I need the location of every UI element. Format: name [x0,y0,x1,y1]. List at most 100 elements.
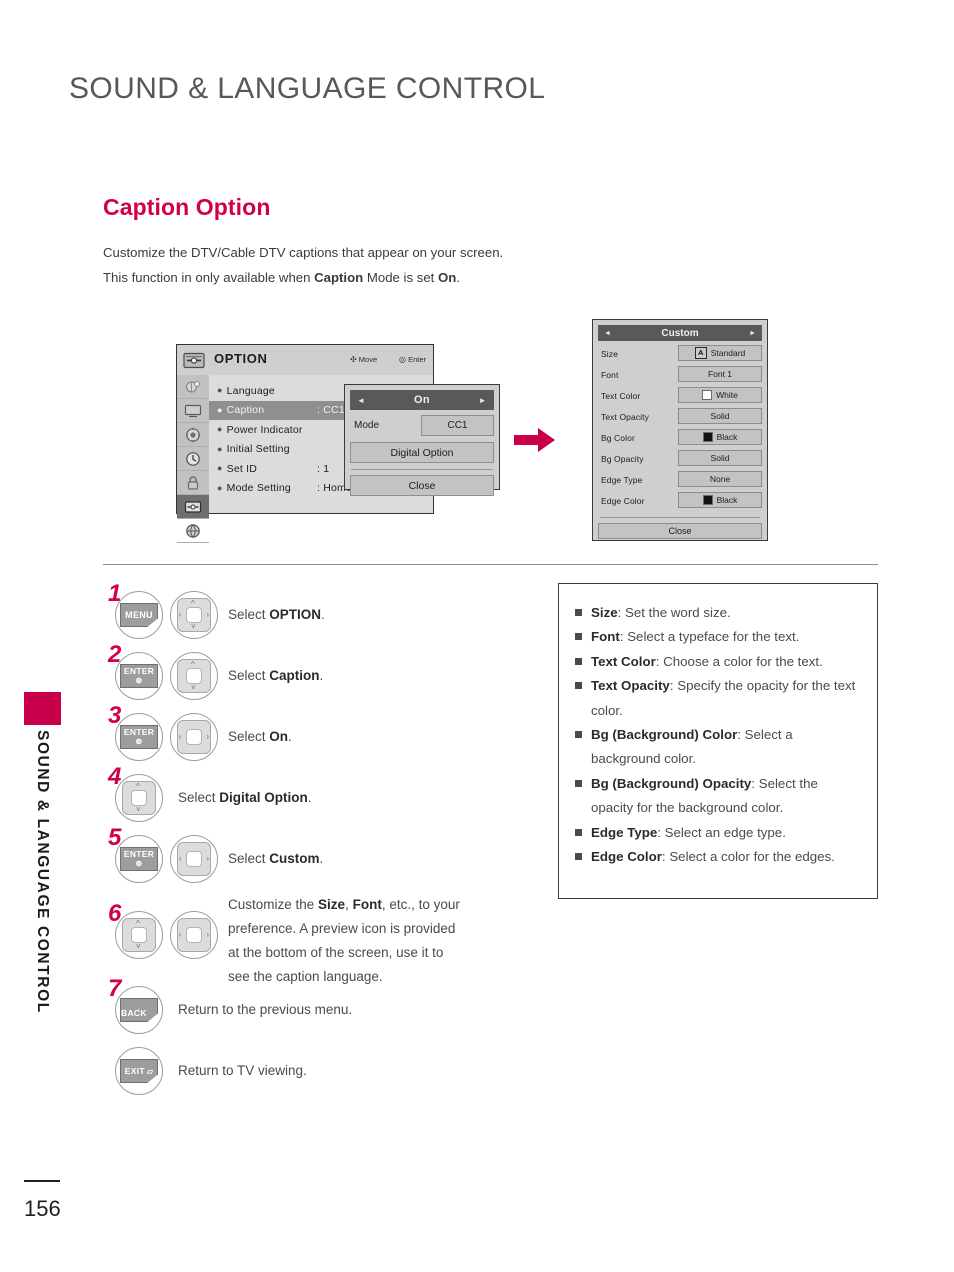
custom-row-label: Bg Color [601,432,635,443]
dpad-leftright-icon: ‹ › [177,918,211,952]
custom-row-edge-color: Edge Color Black [598,491,762,510]
page-title: SOUND & LANGUAGE CONTROL [69,72,546,105]
arrow-left-icon[interactable]: ◄ [604,330,611,337]
description-term: Text Color [591,653,656,669]
custom-size-field[interactable]: A Standard [678,344,762,361]
navigation-pad-leftright[interactable]: ‹ › [170,835,218,883]
sidebar-item-option[interactable] [177,495,209,519]
step-text-post: . [319,668,324,683]
custom-row-label: Edge Type [601,474,643,485]
bullet-icon: ● [217,385,223,396]
osd-hint-enter-label: Enter [408,355,427,364]
enter-button[interactable]: ENTER ⊛ [115,713,163,761]
navigation-pad-updown[interactable]: ^ ˅ [115,911,163,959]
custom-font-field[interactable]: Font 1 [678,365,762,382]
step-5-text: Select Custom. [228,847,323,871]
navigation-pad-leftright[interactable]: ‹ › [170,713,218,761]
description-text: Select a color for the edges. [669,849,835,865]
navigation-pad-leftright[interactable]: ‹ › [170,911,218,959]
custom-text-opacity-field[interactable]: Solid [678,407,762,424]
color-swatch-white-icon [702,389,713,400]
intro-line-1: Customize the DTV/Cable DTV captions tha… [103,245,504,260]
navigation-pad-updown[interactable]: ^ ˅ [115,774,163,822]
audio-icon[interactable] [177,423,209,447]
description-term: Bg (Background) Opacity [591,775,752,791]
option-icon [178,346,209,374]
caption-mode-value[interactable]: CC1 [421,415,494,436]
description-text: Choose a color for the text. [663,653,823,669]
arrow-right-icon[interactable]: ► [479,396,487,405]
arrow-left-icon[interactable]: ◄ [357,396,365,405]
enter-button[interactable]: ENTER ⊛ [115,652,163,700]
step-6-b2: Font [352,897,382,912]
bullet-square-icon [575,828,582,836]
step-6-text: Customize the Size, Font, etc., to your … [228,893,528,989]
close-button[interactable]: Close [350,475,494,496]
caption-state-selector[interactable]: ◄ On ► [350,390,494,410]
custom-edge-type-value: None [709,473,731,484]
description-item-text-color: Text Color: Choose a color for the text. [575,650,861,674]
step-text-pre: Select [228,851,270,866]
osd-row-label: Language [226,384,275,397]
exit-key-label: EXIT ▱ [120,1059,158,1083]
dpad-updown-icon: ^ ˅ [177,659,211,693]
osd-option-titlebar: OPTION ✣ Move ◎ Enter [177,345,433,376]
custom-bg-opacity-value: Solid [710,452,730,463]
flow-arrow-icon [514,427,556,458]
dpad-updown-icon: ^ ˅ [122,918,156,952]
description-term: Bg (Background) Color [591,727,738,743]
description-text: Select a typeface for the text. [627,629,800,645]
side-tab-label: SOUND & LANGUAGE CONTROL [34,730,51,1014]
digital-option-button[interactable]: Digital Option [350,442,494,463]
lock-icon[interactable] [177,471,209,495]
menu-key-label: MENU [120,603,158,627]
dpad-leftright-icon: ‹ › [177,842,211,876]
bullet-square-icon [575,779,582,787]
custom-row-text-color: Text Color White [598,386,762,405]
back-button[interactable]: ↑ BACK [115,986,163,1034]
custom-bg-color-value: Black [716,431,738,442]
bullet-square-icon [575,853,582,861]
bullet-icon: ● [217,443,223,454]
step-text-bold: On [269,729,289,744]
osd-row-value: : CC1 [317,404,345,417]
section-heading: Caption Option [103,194,271,220]
enter-icon: ◎ [399,355,406,364]
navigation-pad-4way[interactable]: ^ ˅ ‹ › [170,591,218,639]
bullet-square-icon [575,731,582,739]
custom-text-color-field[interactable]: White [678,386,762,403]
intro-on-term: On [437,270,457,285]
network-icon[interactable] [177,519,209,543]
custom-row-edge-type: Edge Type None [598,470,762,489]
description-item-font: Font: Select a typeface for the text. [575,625,861,649]
intro-line-2-e: . [456,270,460,285]
osd-row-label: Power Indicator [226,423,303,436]
enter-button[interactable]: ENTER ⊛ [115,835,163,883]
navigation-pad-updown[interactable]: ^ ˅ [170,652,218,700]
custom-text-color-value: White [716,389,738,400]
exit-glyph-icon: ▱ [146,1066,154,1076]
arrow-right-icon[interactable]: ► [749,330,756,337]
custom-edge-type-field[interactable]: None [678,470,762,487]
custom-bg-color-field[interactable]: Black [678,428,762,445]
custom-row-label: Edge Color [601,495,645,506]
custom-close-button[interactable]: Close [598,523,762,539]
description-item-edge-color: Edge Color: Select a color for the edges… [575,845,861,869]
back-key-text: BACK [121,1008,147,1018]
enter-key-glyph-icon: ⊛ [135,675,143,685]
custom-edge-color-field[interactable]: Black [678,491,762,508]
custom-preset-selector[interactable]: ◄ Custom ► [598,325,762,341]
bullet-icon: ● [217,463,223,474]
menu-button[interactable]: MENU [115,591,163,639]
custom-bg-opacity-field[interactable]: Solid [678,449,762,466]
step-text-bold: Digital Option [219,790,308,805]
exit-button[interactable]: EXIT ▱ [115,1047,163,1095]
picture-icon[interactable] [177,375,209,399]
custom-font-value: Font 1 [707,368,733,379]
osd-hint-move: ✣ Move [350,355,377,364]
time-icon[interactable] [177,447,209,471]
description-sep: : [617,605,625,620]
dpad-updown-icon: ^ ˅ [122,781,156,815]
bullet-square-icon [575,633,582,641]
screen-icon[interactable] [177,399,209,423]
